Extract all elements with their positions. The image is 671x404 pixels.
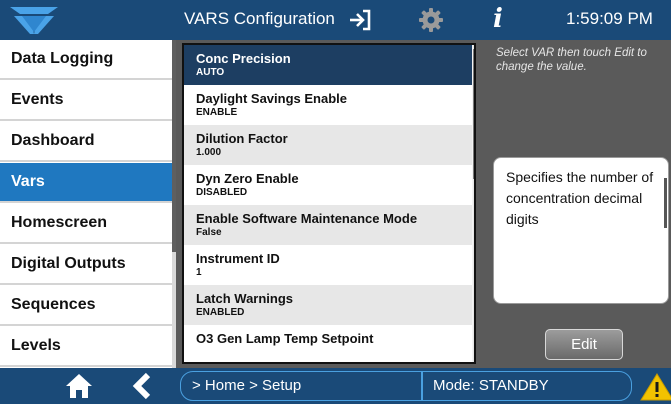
var-row-latch-warnings[interactable]: Latch Warnings ENABLED: [184, 285, 472, 326]
info-icon[interactable]: i: [493, 4, 503, 34]
exit-icon[interactable]: [348, 8, 372, 32]
page-title: VARS Configuration: [184, 9, 335, 28]
var-name: Latch Warnings: [196, 291, 294, 306]
var-row-o3-gen-lamp-temp[interactable]: O3 Gen Lamp Temp Setpoint: [184, 325, 472, 362]
vars-scrollbar[interactable]: [473, 45, 474, 362]
var-row-daylight-savings[interactable]: Daylight Savings Enable ENABLE: [184, 85, 472, 126]
back-icon[interactable]: [128, 371, 156, 401]
vars-list: Conc Precision AUTO Daylight Savings Ena…: [182, 43, 476, 364]
description-box: Specifies the number of concentration de…: [493, 157, 669, 304]
mode-status: Mode: STANDBY: [422, 371, 632, 401]
sidebar-item-dashboard[interactable]: Dashboard: [0, 122, 172, 162]
var-value: 1: [196, 267, 202, 278]
instruction-hint: Select VAR then touch Edit to change the…: [496, 47, 647, 73]
breadcrumb: > Home > Setup: [180, 371, 422, 401]
var-name: Dilution Factor: [196, 131, 288, 146]
gear-icon[interactable]: [418, 7, 444, 33]
warning-icon[interactable]: [640, 373, 671, 401]
var-value: False: [196, 227, 222, 238]
sidebar-item-data-logging[interactable]: Data Logging: [0, 40, 172, 80]
sidebar-item-vars[interactable]: Vars: [0, 163, 172, 203]
teledyne-logo: [10, 7, 58, 34]
var-value: ENABLED: [196, 307, 245, 318]
var-value: ENABLE: [196, 107, 238, 118]
sidebar-scrollbar[interactable]: [172, 40, 176, 368]
var-value: DISABLED: [196, 187, 248, 198]
sidebar-scroll-thumb[interactable]: [172, 40, 176, 252]
home-icon[interactable]: [64, 371, 94, 401]
footer-bar: > Home > Setup Mode: STANDBY: [0, 368, 671, 404]
sidebar-item-events[interactable]: Events: [0, 81, 172, 121]
clock: 1:59:09 PM: [566, 9, 653, 28]
var-row-instrument-id[interactable]: Instrument ID 1: [184, 245, 472, 286]
sidebar-item-homescreen[interactable]: Homescreen: [0, 204, 172, 244]
var-name: Enable Software Maintenance Mode: [196, 211, 418, 226]
var-row-conc-precision[interactable]: Conc Precision AUTO: [184, 45, 472, 86]
var-name: Daylight Savings Enable: [196, 91, 347, 106]
var-name: Instrument ID: [196, 251, 280, 266]
var-value: 1.000: [196, 147, 222, 158]
var-row-software-maintenance[interactable]: Enable Software Maintenance Mode False: [184, 205, 472, 246]
logo-area: [0, 0, 176, 40]
edit-button[interactable]: Edit: [545, 329, 623, 360]
var-row-dyn-zero-enable[interactable]: Dyn Zero Enable DISABLED: [184, 165, 472, 206]
vars-scroll-thumb[interactable]: [473, 49, 474, 179]
var-name: Conc Precision: [196, 51, 291, 66]
sidebar-item-sequences[interactable]: Sequences: [0, 286, 172, 326]
header-bar: VARS Configuration i 1:59:09 PM: [0, 0, 671, 40]
var-row-dilution-factor[interactable]: Dilution Factor 1.000: [184, 125, 472, 166]
description-scroll-thumb[interactable]: [664, 178, 667, 228]
sidebar-item-digital-outputs[interactable]: Digital Outputs: [0, 245, 172, 285]
var-name: Dyn Zero Enable: [196, 171, 299, 186]
var-name: O3 Gen Lamp Temp Setpoint: [196, 331, 374, 346]
sidebar-item-levels[interactable]: Levels: [0, 327, 172, 367]
sidebar-menu: Data Logging Events Dashboard Vars Homes…: [0, 40, 176, 368]
var-value: AUTO: [196, 67, 225, 78]
